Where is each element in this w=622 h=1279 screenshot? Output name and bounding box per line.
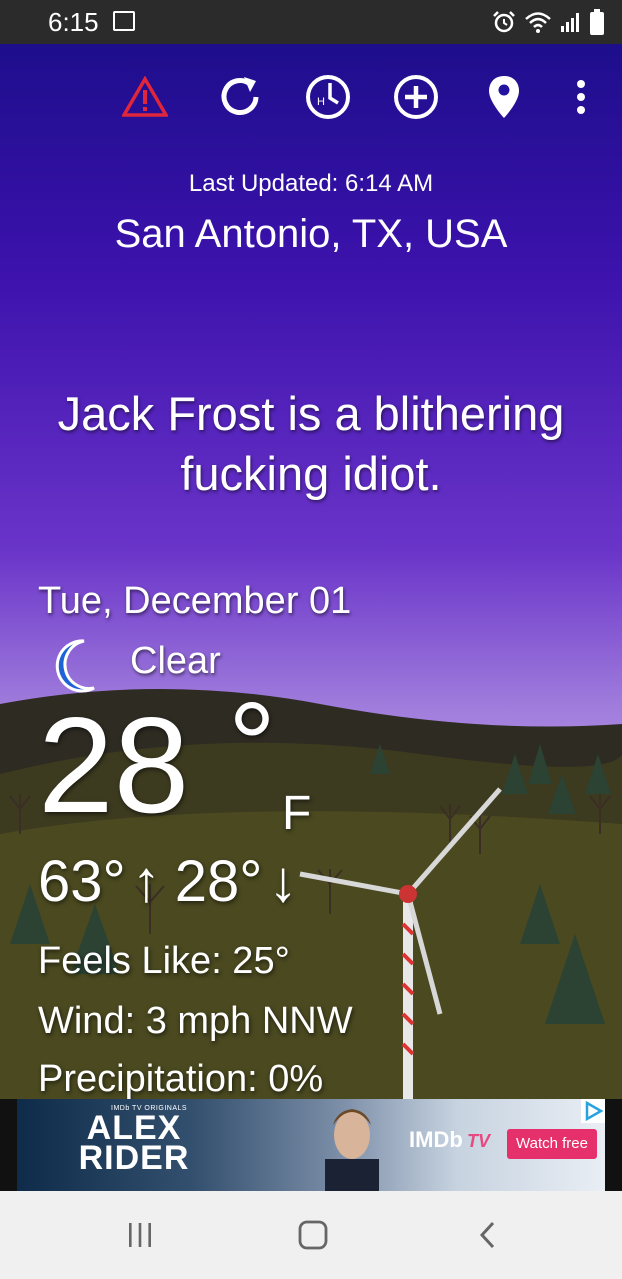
ad-creative[interactable]: IMDb TV ORIGINALS ALEX RIDER IMDb TV Wat… [17,1099,605,1191]
history-icon[interactable]: H [303,72,353,122]
svg-text:H: H [317,96,325,108]
wind: Wind: 3 mph NNW [38,1000,353,1042]
last-updated: Last Updated: 6:14 AM [188,170,434,197]
high-low: 63° ↑ 28° ↓ [38,850,311,914]
navigation-bar [0,1191,622,1279]
forecast-date: Tue, December 01 [38,580,352,622]
home-icon[interactable] [283,1213,343,1257]
ad-title: ALEX RIDER [69,1111,199,1177]
wifi-icon [525,12,551,33]
signal-icon [561,13,579,32]
status-bar: 6:15 [0,0,622,44]
watch-free-button[interactable]: Watch free [507,1129,597,1159]
weather-background: H Last Updated: 6:14 AM San Antonio, TX,… [0,44,622,1099]
up-arrow-icon: ↑ [131,849,161,914]
overflow-menu-icon[interactable] [556,72,606,122]
add-location-icon[interactable] [391,72,441,122]
alert-icon[interactable] [120,72,170,122]
back-icon[interactable] [458,1213,518,1257]
condition-text: Clear [130,640,221,682]
ad-brand: IMDb [409,1127,463,1152]
feels-like: Feels Like: 25° [38,940,290,982]
ad-brand-suffix: TV [467,1131,491,1151]
gallery-icon [113,11,135,31]
degree-symbol: ° [228,678,276,812]
location-name[interactable]: San Antonio, TX, USA [0,212,622,257]
high-temp: 63° [38,849,126,914]
low-temp: 28° [174,849,263,914]
temperature-value: 28 [38,689,190,841]
moon-icon [55,639,95,693]
status-icons [492,8,604,36]
precipitation: Precipitation: 0% [38,1058,324,1099]
ad-title-line2: RIDER [78,1139,190,1177]
refresh-icon[interactable] [215,72,265,122]
down-arrow-icon: ↓ [268,849,298,914]
ad-portrait [325,1109,379,1191]
weather-headline: Jack Frost is a blithering fucking idiot… [57,387,565,500]
location-pin-icon[interactable] [479,72,529,122]
toolbar: H [0,72,622,122]
temperature-unit: F [282,787,312,840]
alarm-icon [493,11,515,33]
status-time: 6:15 [48,7,99,37]
recents-icon[interactable] [110,1213,170,1257]
battery-icon [590,9,604,35]
ad-banner[interactable]: IMDb TV ORIGINALS ALEX RIDER IMDb TV Wat… [0,1099,622,1191]
ad-choices-icon[interactable] [581,1099,605,1123]
